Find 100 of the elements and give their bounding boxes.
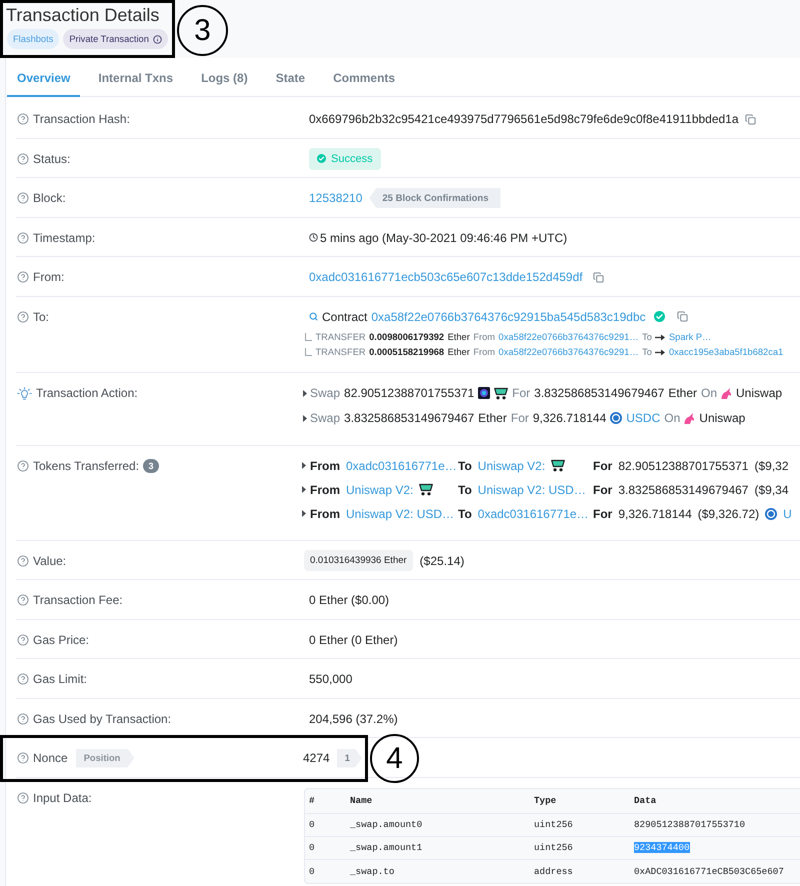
address-link[interactable]: 0xacc195e3aba5f1b682ca1	[668, 347, 784, 357]
help-icon	[17, 271, 29, 283]
help-icon	[17, 152, 29, 164]
value-text: ($9,32	[754, 458, 789, 472]
field-label: Transaction Hash:	[33, 112, 130, 126]
to-label: To	[642, 332, 652, 342]
transfer-type: TRANSFER	[316, 347, 366, 357]
value-text: 3.832586853149679467	[534, 386, 664, 400]
value-text: 3.832586853149679467	[618, 482, 748, 496]
field-label: Status:	[33, 152, 70, 166]
copy-icon[interactable]	[676, 311, 688, 322]
help-icon	[17, 192, 29, 204]
value-text: ($9,326.72)	[698, 506, 760, 520]
contract-label: Contract	[322, 310, 368, 324]
token-link[interactable]: Uniswap V2:	[346, 482, 414, 496]
table-cell: uint256	[534, 842, 573, 853]
token-link[interactable]: 0xadc031616771e…	[346, 458, 457, 472]
table-cell: _swap.amount1	[350, 842, 422, 853]
value-text: Uniswap	[699, 411, 746, 425]
field-label: Block:	[33, 191, 66, 205]
value-text: Uniswap	[736, 386, 782, 400]
caret-icon[interactable]	[303, 390, 307, 396]
field-label: From:	[33, 270, 64, 284]
token-link[interactable]: 0xadc031616771e…	[478, 506, 589, 520]
token-link[interactable]: Uniswap V2:	[478, 458, 546, 472]
value-text: ($9,34	[754, 482, 789, 496]
clock-icon	[309, 233, 318, 242]
token-icon	[478, 387, 490, 399]
table-cell: 82905123887017553710	[634, 819, 746, 830]
table-cell: _swap.to	[350, 866, 394, 876]
token-link[interactable]: USDC	[626, 411, 660, 425]
field-label: Tokens Transferred:	[33, 458, 140, 472]
direction-label: For	[593, 482, 612, 496]
help-icon	[17, 673, 29, 685]
tab[interactable]: Comments	[323, 58, 406, 97]
caret-icon[interactable]	[302, 510, 306, 517]
value-text: 82.90512388701755371	[344, 386, 474, 400]
field-label: Transaction Action:	[36, 386, 138, 400]
value-text: Ether	[668, 386, 697, 400]
help-icon	[17, 712, 29, 724]
transfer-count: 3	[143, 458, 160, 472]
column-header: Data	[634, 795, 656, 806]
caret-icon[interactable]	[302, 462, 306, 469]
token-link[interactable]: Uniswap V2: USD…	[346, 506, 454, 520]
cart-icon	[494, 386, 508, 400]
table-cell: 0	[309, 866, 315, 876]
field-label: Gas Price:	[33, 632, 90, 646]
unit-text: Ether	[448, 347, 470, 357]
field-value: 0 Ether ($0.00)	[309, 593, 390, 607]
info-icon[interactable]	[152, 34, 162, 44]
table-cell: uint256	[534, 819, 573, 830]
block-number-link[interactable]: 12538210	[309, 191, 362, 205]
token-link[interactable]: Uniswap V2: USD…	[478, 482, 586, 496]
unicorn-icon	[721, 388, 732, 398]
from-label: From	[473, 347, 496, 357]
help-icon	[17, 232, 29, 244]
help-icon	[17, 310, 29, 322]
copy-icon[interactable]	[744, 114, 756, 124]
caret-icon[interactable]	[302, 486, 306, 493]
tab[interactable]: Internal Txns	[88, 58, 184, 97]
copy-icon[interactable]	[592, 272, 604, 282]
value-text: 9,326.718144	[618, 506, 692, 520]
token-link[interactable]: U	[783, 506, 792, 520]
direction-label: To	[458, 482, 472, 496]
lightbulb-icon	[17, 386, 32, 400]
address-link[interactable]: 0xa58f22e0766b3764376c9291…	[498, 332, 639, 342]
value-text: Ether	[478, 411, 507, 425]
help-icon	[17, 752, 29, 764]
field-label: Transaction Fee:	[33, 593, 123, 607]
transaction-hash: 0x669796b2b32c95421ce493975d7796561e5d98c79fe6de9c0f8e41911bbded1a	[309, 112, 739, 126]
contract-address-link[interactable]: 0xa58f22e0766b3764376c92915ba545d583c19dbc	[371, 310, 646, 324]
arrow-icon	[655, 334, 666, 340]
table-cell: 0	[309, 842, 315, 853]
direction-label: From	[310, 506, 340, 520]
field-label: Value:	[33, 554, 66, 568]
field-label: Gas Used by Transaction:	[33, 712, 172, 726]
search-icon	[309, 312, 318, 321]
direction-label: From	[310, 482, 340, 496]
cart-icon	[551, 459, 566, 472]
value-text: 9,326.718144	[532, 411, 606, 425]
table-cell: 0	[309, 819, 315, 830]
tag-label: Private Transaction	[69, 34, 149, 44]
tab[interactable]: State	[266, 58, 316, 97]
help-icon	[17, 554, 29, 566]
value-text: 82.90512388701755371	[618, 458, 748, 472]
direction-label: For	[593, 506, 612, 520]
tab[interactable]: Logs (8)	[191, 58, 258, 97]
address-link[interactable]: 0xadc031616771ecb503c65e607c13dde152d459df	[309, 270, 583, 284]
transfer-amount: 0.0098006179392	[369, 332, 444, 342]
tab[interactable]: Overview	[7, 58, 80, 97]
direction-label: To	[458, 458, 472, 472]
caret-icon[interactable]	[303, 414, 307, 422]
position-value: 1	[336, 748, 362, 768]
address-link[interactable]: 0xa58f22e0766b3764376c9291…	[498, 347, 639, 357]
field-label: Gas Limit:	[33, 672, 88, 686]
address-link[interactable]: Spark P…	[668, 332, 712, 342]
callout-number: 3	[177, 5, 228, 56]
column-header: #	[309, 795, 315, 806]
direction-label: To	[458, 506, 472, 520]
usd-value: ($25.14)	[420, 554, 464, 568]
